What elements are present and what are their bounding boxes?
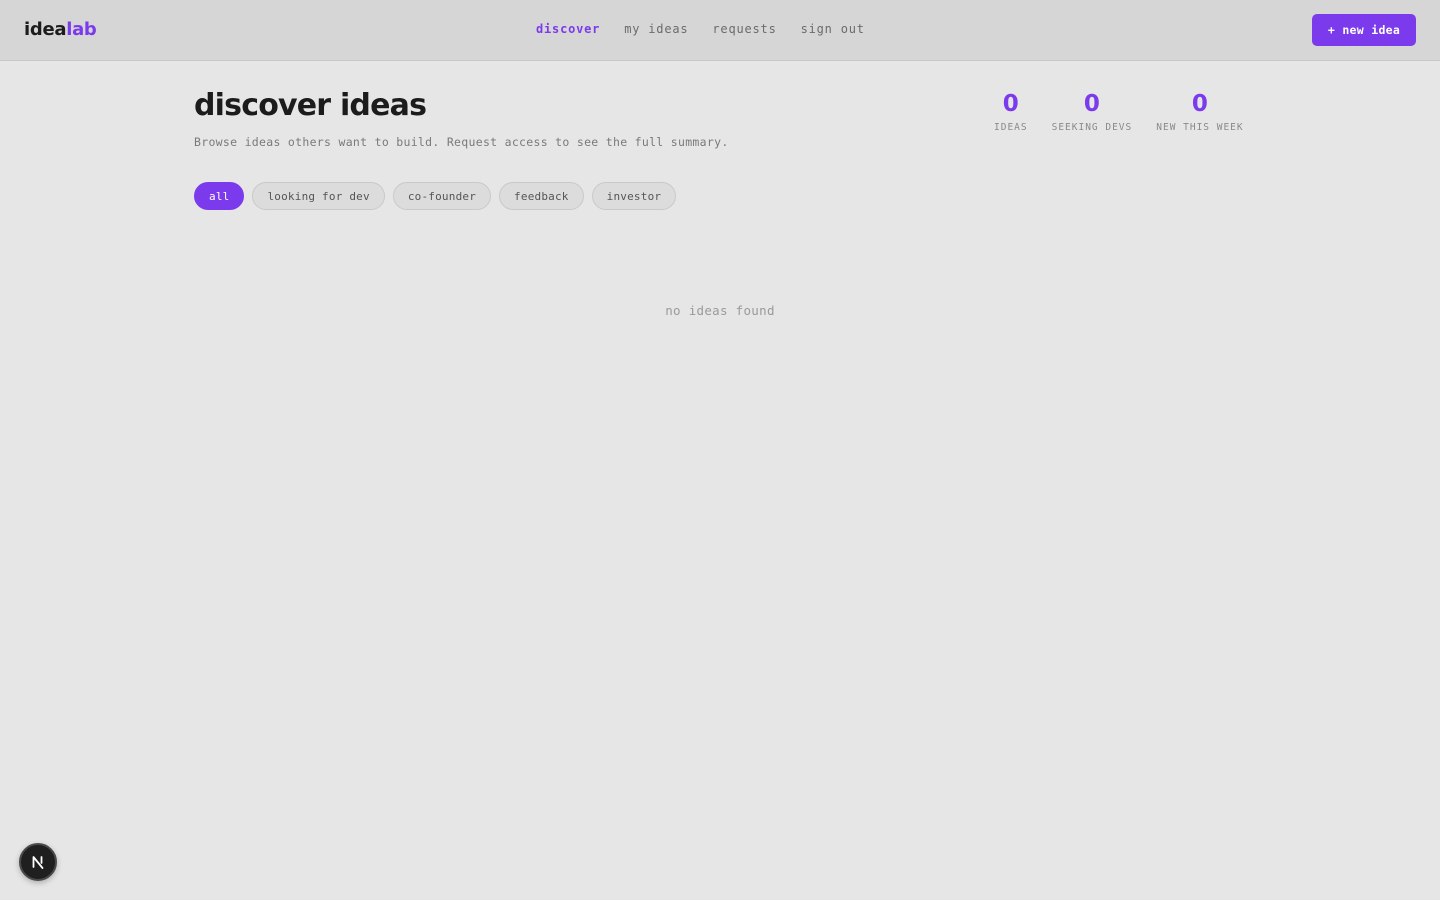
- nav-item-discover[interactable]: discover: [536, 22, 600, 36]
- stat-seeking-devs: 0 SEEKING DEVS: [1052, 90, 1133, 133]
- stat-ideas: 0 IDEAS: [994, 90, 1028, 133]
- stats-summary: 0 IDEAS 0 SEEKING DEVS 0 NEW THIS WEEK: [994, 90, 1244, 133]
- brand-name-accent: lab: [66, 19, 97, 40]
- empty-state-message: no ideas found: [665, 303, 775, 318]
- nav-item-requests[interactable]: requests: [712, 22, 776, 36]
- stat-seeking-devs-label: SEEKING DEVS: [1051, 122, 1133, 133]
- filter-feedback[interactable]: feedback: [499, 182, 584, 210]
- stat-ideas-value: 0: [1002, 91, 1019, 117]
- filter-investor[interactable]: investor: [591, 182, 677, 210]
- nav-item-my-ideas[interactable]: my ideas: [624, 22, 688, 36]
- top-nav-bar: idealab discover my ideas requests sign …: [0, 0, 1440, 61]
- nav-item-sign-out[interactable]: sign out: [801, 22, 865, 36]
- filter-co-founder[interactable]: co-founder: [392, 182, 492, 210]
- dev-tools-badge[interactable]: [19, 843, 57, 881]
- brand-logo[interactable]: idealab: [24, 19, 97, 40]
- filter-looking-for-dev[interactable]: looking for dev: [252, 182, 385, 210]
- stat-new-this-week-label: NEW THIS WEEK: [1156, 122, 1244, 133]
- stat-new-this-week: 0 NEW THIS WEEK: [1156, 90, 1243, 133]
- page-subtitle: Browse ideas others want to build. Reque…: [194, 135, 729, 149]
- nextjs-n-icon: [32, 856, 44, 869]
- filter-pills: all looking for dev co-founder feedback …: [194, 182, 677, 210]
- main-nav: discover my ideas requests sign out: [536, 22, 865, 36]
- stat-ideas-label: IDEAS: [994, 122, 1028, 133]
- filter-all[interactable]: all: [194, 182, 245, 210]
- stat-seeking-devs-value: 0: [1083, 91, 1100, 117]
- stat-new-this-week-value: 0: [1191, 91, 1208, 117]
- page-title: discover ideas: [194, 88, 427, 123]
- brand-name-main: idea: [24, 19, 67, 40]
- new-idea-button[interactable]: + new idea: [1312, 14, 1416, 46]
